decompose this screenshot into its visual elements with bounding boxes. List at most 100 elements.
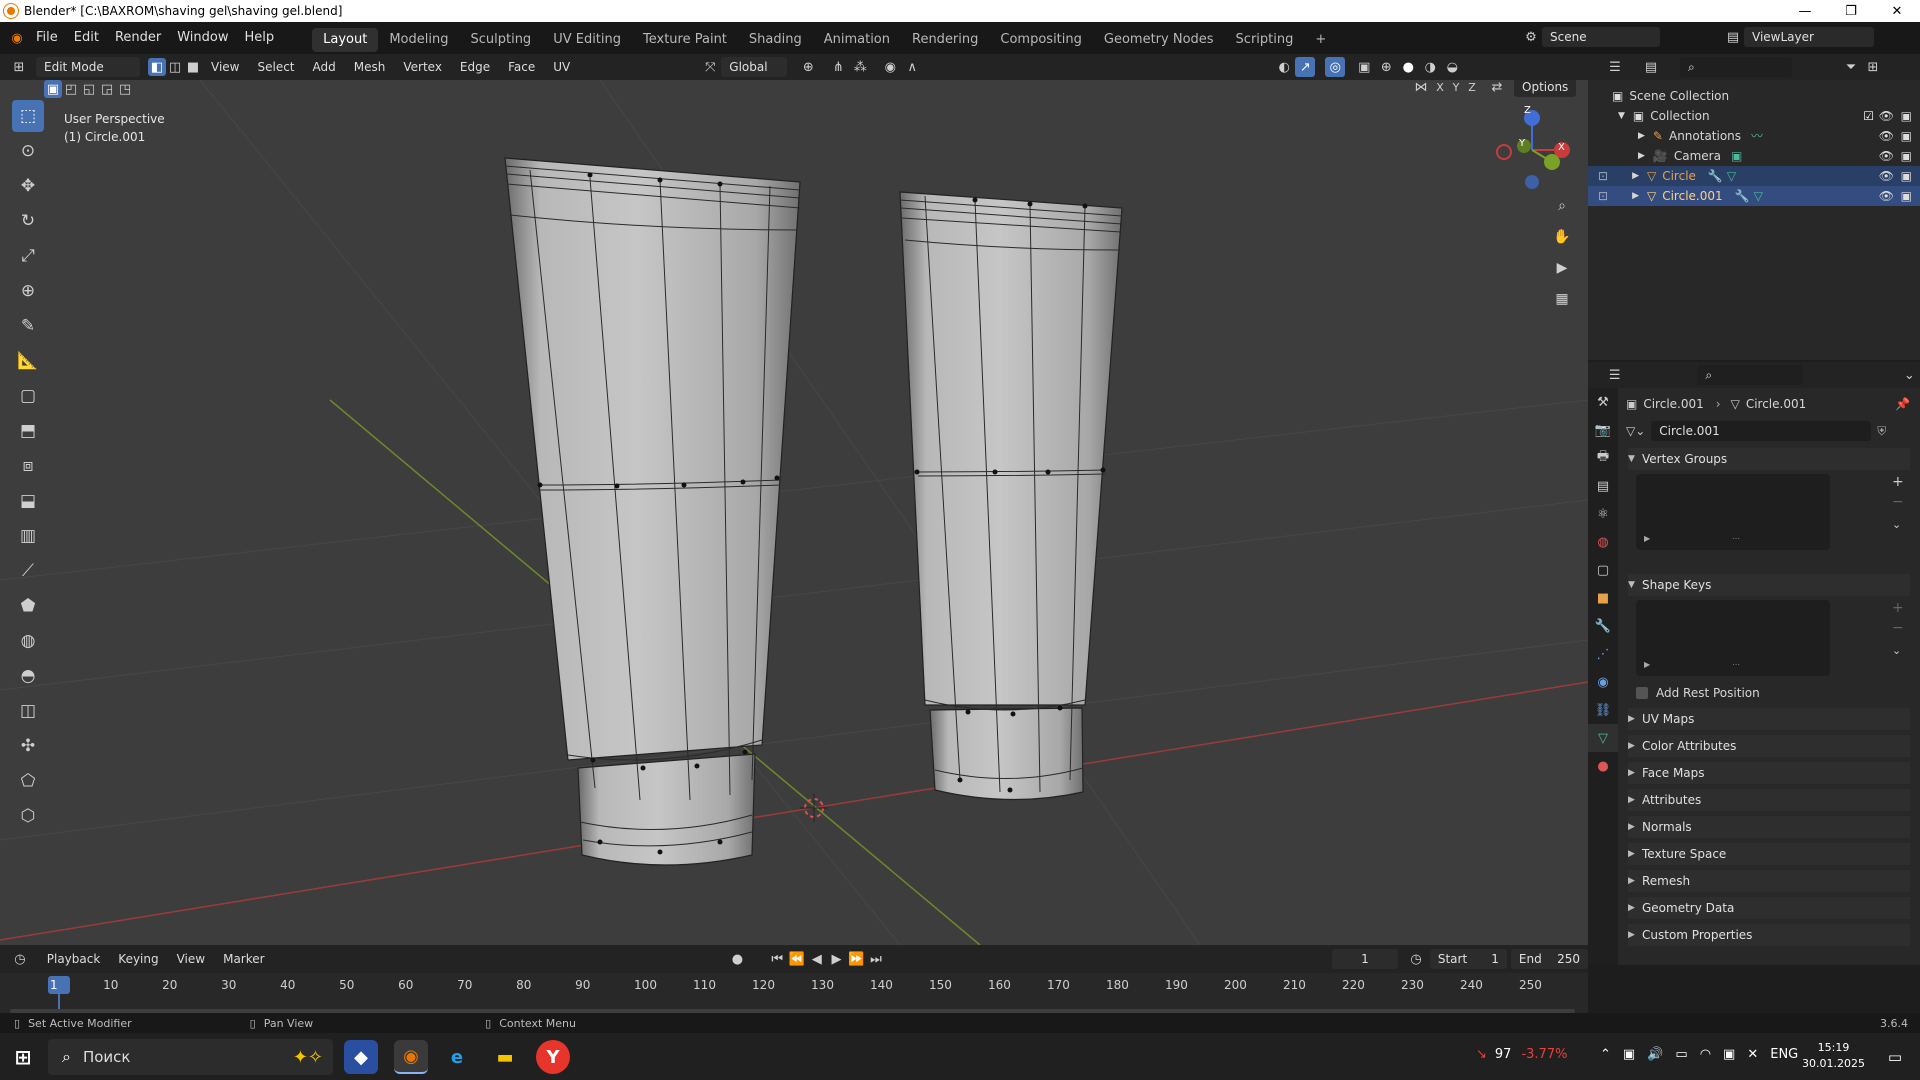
tube-circle-001[interactable] xyxy=(899,191,1123,801)
material-shading-icon[interactable]: ◑ xyxy=(1419,56,1441,78)
pivot-icon[interactable]: ⊕ xyxy=(797,56,819,78)
panel-texture-space[interactable]: ▶ Texture Space xyxy=(1628,843,1910,865)
rip-region-icon[interactable]: ⬡ xyxy=(12,800,44,832)
mirror-y-toggle[interactable]: Y xyxy=(1448,80,1464,98)
modifier-tab-icon[interactable]: 🔧 xyxy=(1588,612,1618,640)
extrude-icon[interactable]: ⬒ xyxy=(12,415,44,447)
edit-mode-icon[interactable]: ⊡ xyxy=(1598,166,1608,186)
scene-tab-icon[interactable]: ⚛ xyxy=(1588,500,1618,528)
current-frame-field[interactable]: 1 xyxy=(1331,949,1399,969)
poly-build-icon[interactable]: ⬟ xyxy=(12,590,44,622)
mirror-x-toggle[interactable]: X xyxy=(1432,80,1448,98)
menu-add[interactable]: Add xyxy=(304,54,345,80)
properties-options-icon[interactable]: ⌄ xyxy=(1899,364,1920,386)
timeline-body[interactable]: 1 10 20 30 40 50 60 70 80 90 100 110 120 130 140 150 160… xyxy=(0,973,1588,1013)
tray-overflow-icon[interactable]: ⌃ xyxy=(1600,1047,1611,1062)
menu-help[interactable]: Help xyxy=(237,22,283,54)
display-mode-icon[interactable]: ▤ xyxy=(1640,56,1662,78)
jump-keyframe-back-icon[interactable]: ⏪ xyxy=(787,948,807,970)
expand-arrow-icon[interactable]: ▼ xyxy=(1618,106,1625,126)
panel-attributes[interactable]: ▶ Attributes xyxy=(1628,789,1910,811)
tray-app-icon[interactable]: ▣ xyxy=(1623,1047,1635,1062)
edge-slide-icon[interactable]: ◫ xyxy=(12,695,44,727)
jump-keyframe-forward-icon[interactable]: ⏩ xyxy=(846,948,866,970)
tab-compositing[interactable]: Compositing xyxy=(989,28,1093,52)
pin-icon[interactable]: 📌 xyxy=(1895,397,1910,411)
eye-icon[interactable]: 👁 xyxy=(1879,106,1894,126)
panel-color-attributes[interactable]: ▶ Color Attributes xyxy=(1628,735,1910,757)
display-icon[interactable]: ▣ xyxy=(1723,1047,1735,1062)
eye-icon[interactable]: 👁 xyxy=(1879,166,1894,186)
marker-menu[interactable]: Marker xyxy=(214,946,273,972)
tab-rendering[interactable]: Rendering xyxy=(901,28,989,52)
panel-normals[interactable]: ▶ Normals xyxy=(1628,816,1910,838)
scene-selector[interactable]: ⚙ Scene xyxy=(1520,26,1660,48)
solid-shading-icon[interactable]: ● xyxy=(1397,56,1419,78)
panel-uv-maps[interactable]: ▶ UV Maps xyxy=(1628,708,1910,730)
copilot-icon[interactable]: ◆ xyxy=(344,1040,378,1074)
remove-shape-key-icon[interactable]: − xyxy=(1892,620,1904,636)
editor-type-icon[interactable]: ⊞ xyxy=(8,56,30,78)
add-vertex-group-icon[interactable]: + xyxy=(1892,474,1904,490)
camera-render-icon[interactable]: ▣ xyxy=(1901,106,1912,126)
jump-start-icon[interactable]: ⏮ xyxy=(767,948,787,970)
menu-view[interactable]: View xyxy=(202,54,248,80)
collection-tab-icon[interactable]: ▢ xyxy=(1588,556,1618,584)
scale-icon[interactable]: ⤢ xyxy=(12,240,44,272)
outliner-item-camera[interactable]: ▶ 🎥 Camera ▣ 👁 ▣ xyxy=(1588,146,1920,166)
tab-shading[interactable]: Shading xyxy=(738,28,813,52)
camera-render-icon[interactable]: ▣ xyxy=(1901,186,1912,206)
zoom-icon[interactable]: ⌕ xyxy=(1548,192,1576,220)
inset-icon[interactable]: ⧈ xyxy=(12,450,44,482)
face-select-icon[interactable]: ■ xyxy=(184,56,202,78)
shrink-fatten-icon[interactable]: ✣ xyxy=(12,730,44,762)
tab-uv-editing[interactable]: UV Editing xyxy=(542,28,632,52)
constraints-tab-icon[interactable]: ⛓ xyxy=(1588,696,1618,724)
tab-scripting[interactable]: Scripting xyxy=(1225,28,1305,52)
outliner-editor-icon[interactable]: ☰ xyxy=(1604,56,1626,78)
preview-range-icon[interactable]: ◷ xyxy=(1406,948,1426,970)
vertex-group-specials-icon[interactable]: ⌄ xyxy=(1892,518,1901,531)
mesh-data-icon[interactable]: ▽⌄ xyxy=(1626,424,1645,438)
tab-animation[interactable]: Animation xyxy=(813,28,901,52)
mirror-z-toggle[interactable]: Z xyxy=(1464,80,1480,98)
material-tab-icon[interactable]: ● xyxy=(1588,752,1618,780)
select-invert-icon[interactable]: ◲ xyxy=(98,80,116,100)
menu-vertex[interactable]: Vertex xyxy=(394,54,451,80)
play-icon[interactable]: ▶ xyxy=(827,948,847,970)
add-rest-position-row[interactable]: Add Rest Position xyxy=(1636,684,1760,702)
close-button[interactable]: ✕ xyxy=(1874,0,1920,22)
panel-face-maps[interactable]: ▶ Face Maps xyxy=(1628,762,1910,784)
list-resize-handle-icon[interactable]: ⋯ xyxy=(1732,534,1740,543)
playback-menu[interactable]: Playback xyxy=(38,946,110,972)
menu-select[interactable]: Select xyxy=(248,54,303,80)
file-explorer-icon[interactable]: ▬ xyxy=(488,1040,522,1074)
viewlayer-name[interactable]: ViewLayer xyxy=(1744,27,1874,47)
camera-view-icon[interactable]: ▶ xyxy=(1548,254,1576,282)
tab-layout[interactable]: Layout xyxy=(312,28,379,52)
expand-arrow-icon[interactable]: ▶ xyxy=(1638,126,1645,146)
menu-mesh[interactable]: Mesh xyxy=(345,54,395,80)
visibility-icon[interactable]: ◐ xyxy=(1273,56,1295,78)
options-dropdown[interactable]: Options xyxy=(1514,80,1577,97)
vertex-groups-list[interactable]: ▶ ⋯ xyxy=(1636,474,1830,550)
windows-start-icon[interactable]: ⊞ xyxy=(6,1040,40,1074)
remove-vertex-group-icon[interactable]: − xyxy=(1892,494,1904,510)
outliner-item-annotations[interactable]: ▶ ✎ Annotations 〰 👁 ▣ xyxy=(1588,126,1920,146)
list-expand-icon[interactable]: ▶ xyxy=(1644,534,1650,543)
measure-icon[interactable]: 📐 xyxy=(12,345,44,377)
xray-icon[interactable]: ▣ xyxy=(1353,56,1375,78)
smooth-icon[interactable]: ◓ xyxy=(12,660,44,692)
rotate-icon[interactable]: ↻ xyxy=(12,205,44,237)
tube-circle[interactable] xyxy=(504,157,801,866)
network-icon[interactable]: ▭ xyxy=(1675,1047,1687,1062)
auto-keying-icon[interactable]: ● xyxy=(728,948,748,970)
yandex-browser-icon[interactable]: Y xyxy=(536,1040,570,1074)
new-collection-icon[interactable]: ⊞ xyxy=(1862,56,1884,78)
tab-sculpting[interactable]: Sculpting xyxy=(459,28,542,52)
edit-mode-icon[interactable]: ⊡ xyxy=(1598,186,1608,206)
stock-widget[interactable]: ↘ 97 -3.77% xyxy=(1476,1047,1567,1062)
panel-geometry-data[interactable]: ▶ Geometry Data xyxy=(1628,897,1910,919)
properties-search[interactable]: ⌕ xyxy=(1697,365,1803,385)
3d-viewport[interactable]: User Perspective (1) Circle.001 Z X Y ⌕ … xyxy=(0,80,1588,945)
